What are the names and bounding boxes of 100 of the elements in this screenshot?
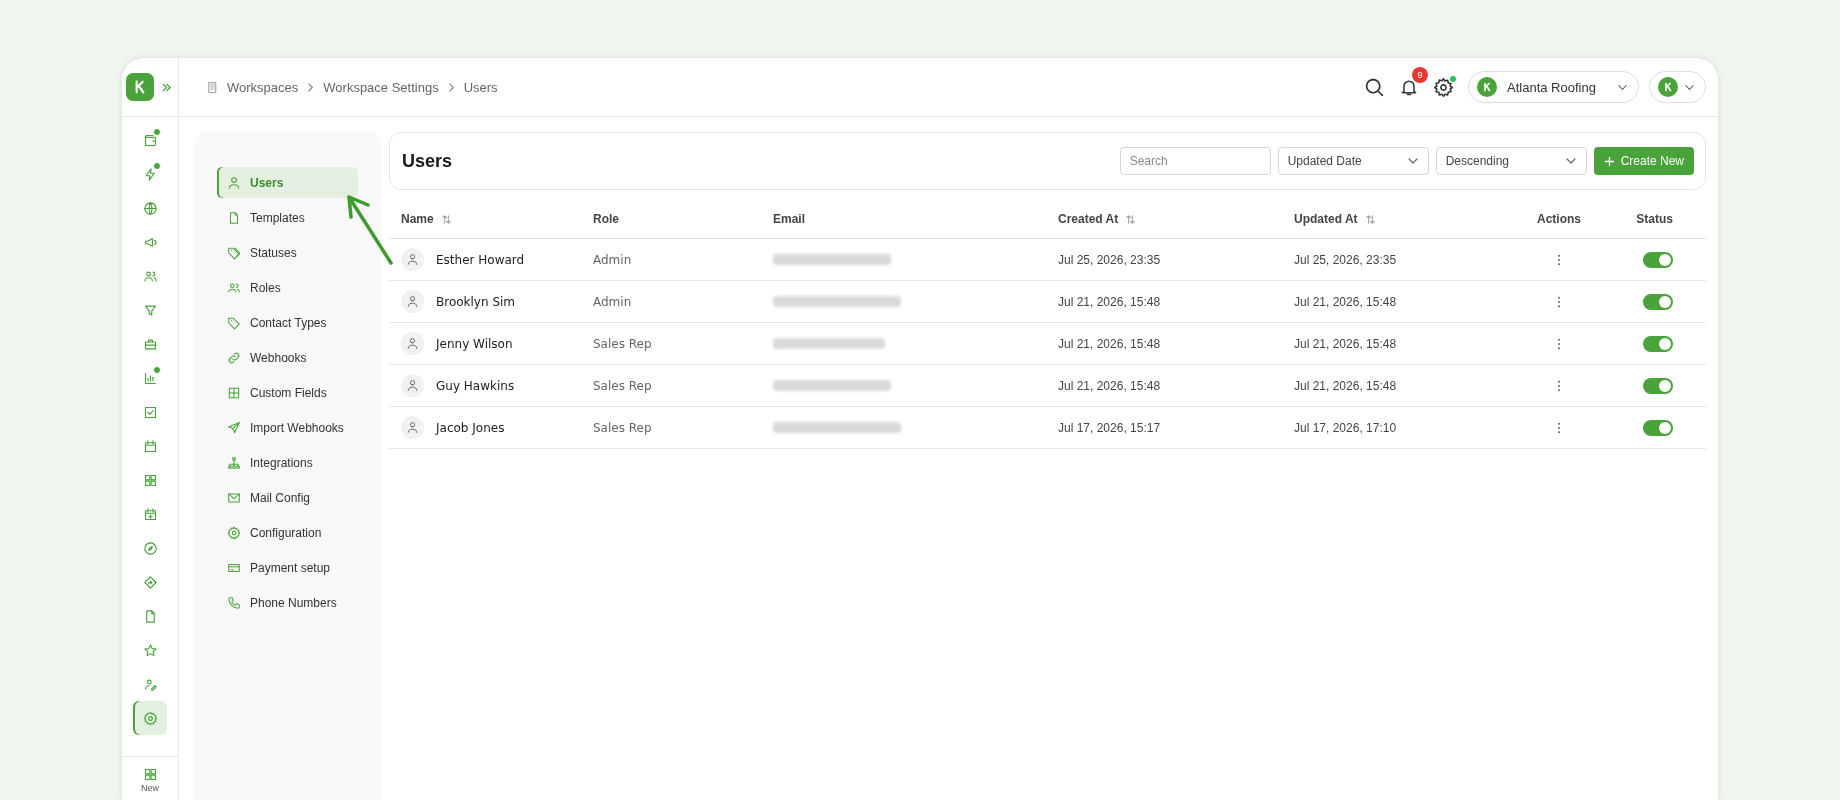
user-name: Brooklyn Sim [436,294,516,309]
breadcrumb-link[interactable]: Workspaces [227,79,299,95]
user-role: Sales Rep [593,420,652,435]
settings-icon [142,710,158,726]
settings-icon [227,525,241,540]
search-icon[interactable] [1364,76,1385,98]
tags-icon [227,245,241,260]
settings-menu-item[interactable]: Contact Types [217,307,358,338]
active-rail-item[interactable] [133,701,167,735]
link-icon [227,350,241,365]
settings-menu-item[interactable]: Users [217,167,358,198]
funnel-icon [142,302,158,318]
more-options-icon[interactable] [1557,337,1561,350]
settings-menu-item[interactable]: Configuration [217,517,358,548]
status-toggle[interactable] [1643,293,1673,310]
sort-field-dropdown[interactable]: Updated Date [1277,147,1429,175]
notification-badge: 9 [1412,67,1428,83]
plus-icon [1603,155,1615,167]
more-options-icon[interactable] [1557,253,1561,266]
more-options-icon[interactable] [1557,379,1561,392]
people-icon [227,280,241,295]
updated-date: Jul 21, 2026, 15:48 [1294,378,1397,393]
people-icon [142,268,158,284]
page-title: Users [402,150,453,172]
column-header[interactable]: Updated At [1294,212,1376,226]
settings-menu-item[interactable]: Integrations [217,447,358,478]
settings-menu-item[interactable]: Roles [217,272,358,303]
sort-icon[interactable] [1364,213,1376,225]
user-name: Guy Hawkins [436,378,515,393]
user-role: Sales Rep [593,378,652,393]
hierarchy-icon [227,455,241,470]
column-header: Status [1636,212,1673,226]
chevron-right-icon [446,82,456,92]
building-icon [206,80,219,94]
settings-menu-item[interactable]: Payment setup [217,552,358,583]
user-name: Esther Howard [436,252,525,267]
send-icon [227,420,241,435]
created-date: Jul 17, 2026, 15:17 [1058,420,1161,435]
mail-icon [227,490,241,505]
arrow [345,193,395,265]
user-role: Admin [593,294,632,309]
settings-icon[interactable] [1433,76,1454,98]
user-avatar-icon [401,416,424,439]
user-avatar-icon [401,290,424,313]
status-toggle[interactable] [1643,377,1673,394]
compass-icon [142,540,158,556]
settings-menu-item[interactable]: Templates [217,202,358,233]
updated-date: Jul 21, 2026, 15:48 [1294,294,1397,309]
updated-date: Jul 17, 2026, 17:10 [1294,420,1397,435]
calendar-plus-icon [142,506,158,522]
chevron-right-icon [306,82,316,92]
created-date: Jul 21, 2026, 15:48 [1058,336,1161,351]
checkbox-icon [142,404,158,420]
workspace-logo-icon [1477,77,1497,97]
settings-menu-item[interactable]: Statuses [217,237,358,268]
status-toggle[interactable] [1643,251,1673,268]
settings-menu-item[interactable]: Mail Config [217,482,358,513]
new-label[interactable]: New [141,783,159,793]
bar-chart-icon [142,370,158,386]
star-icon [142,642,158,658]
user-avatar-icon [401,374,424,397]
globe-icon [142,200,158,216]
created-date: Jul 21, 2026, 15:48 [1058,378,1161,393]
more-options-icon[interactable] [1557,421,1561,434]
settings-menu-item[interactable]: Import Webhooks [217,412,358,443]
created-date: Jul 21, 2026, 15:48 [1058,294,1161,309]
diamond-arrow-icon [142,574,158,590]
grid-icon[interactable] [142,767,158,782]
document-icon [227,210,241,225]
avatar-logo-icon [1658,77,1678,97]
user-avatar-icon [401,332,424,355]
column-header: Actions [1537,212,1581,226]
breadcrumb-link[interactable]: Workspace Settings [323,79,439,95]
user-role: Sales Rep [593,336,652,351]
status-toggle[interactable] [1643,419,1673,436]
tag-icon [227,315,241,330]
settings-menu-item[interactable]: Webhooks [217,342,358,373]
logo-icon[interactable] [126,73,154,101]
table-icon [227,385,241,400]
column-header: Role [593,212,619,226]
grid-icon [142,472,158,488]
user-name: Jenny Wilson [436,336,513,351]
briefcase-icon [142,336,158,352]
sort-order-dropdown[interactable]: Descending [1435,147,1587,175]
column-header: Email [773,212,805,226]
settings-menu-item[interactable]: Custom Fields [217,377,358,408]
calendar-icon [142,438,158,454]
settings-menu-item[interactable]: Phone Numbers [217,587,358,618]
sort-icon[interactable] [440,213,452,225]
sort-icon[interactable] [1125,213,1137,225]
column-header[interactable]: Name [401,212,452,226]
user-name: Jacob Jones [436,420,505,435]
expand-icon[interactable] [161,81,172,93]
more-options-icon[interactable] [1557,295,1561,308]
search-field[interactable]: Search [1119,147,1271,175]
user-role: Admin [593,252,632,267]
status-toggle[interactable] [1643,335,1673,352]
wallet-icon [142,132,158,148]
updated-date: Jul 25, 2026, 23:35 [1294,252,1397,267]
column-header[interactable]: Created At [1058,212,1137,226]
